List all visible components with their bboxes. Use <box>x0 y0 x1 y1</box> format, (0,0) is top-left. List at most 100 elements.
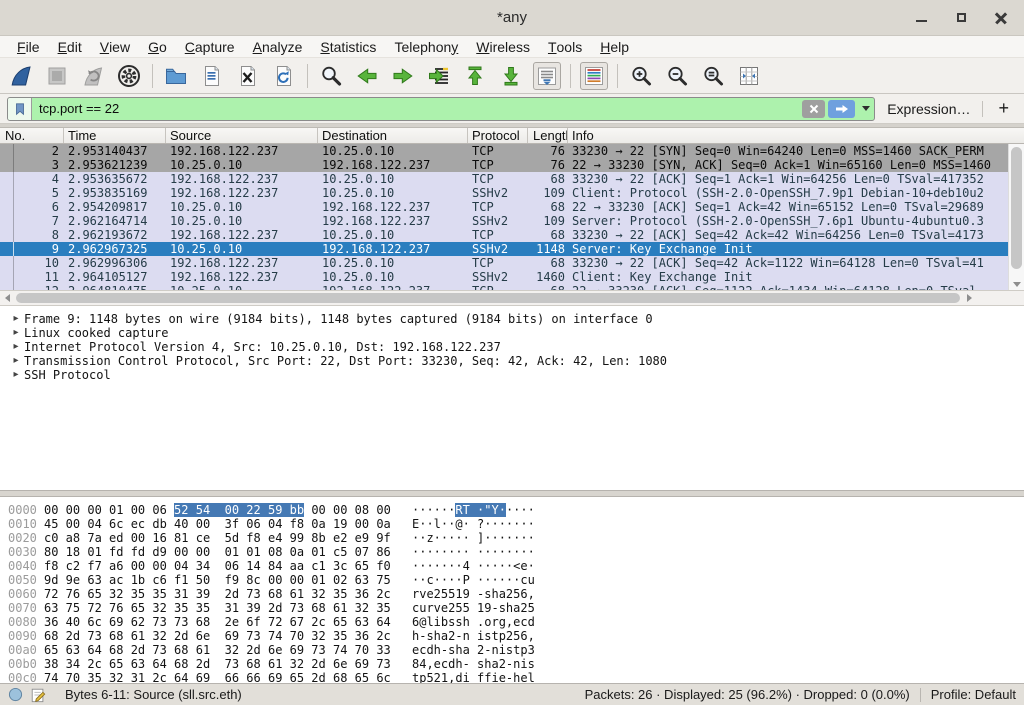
go-last-packet-button[interactable] <box>497 62 525 90</box>
hex-row[interactable]: 009068 2d 73 68 61 32 2d 6e 69 73 74 70 … <box>8 629 1024 643</box>
vscroll-thumb[interactable] <box>1011 147 1022 269</box>
colorize-packets-button[interactable] <box>580 62 608 90</box>
go-to-packet-button[interactable] <box>425 62 453 90</box>
detail-line[interactable]: SSH Protocol <box>8 368 1024 382</box>
title-bar[interactable]: *any <box>0 0 1024 36</box>
menu-item-wireless[interactable]: Wireless <box>467 36 539 57</box>
column-header-time[interactable]: Time <box>64 128 166 143</box>
packet-row[interactable]: 42.953635672192.168.122.23710.25.0.10TCP… <box>0 172 1024 186</box>
menu-item-go[interactable]: Go <box>139 36 176 57</box>
packet-row[interactable]: 52.953835169192.168.122.23710.25.0.10SSH… <box>0 186 1024 200</box>
menu-item-tools[interactable]: Tools <box>539 36 591 57</box>
menu-item-telephony[interactable]: Telephony <box>385 36 467 57</box>
go-first-packet-button[interactable] <box>461 62 489 90</box>
filter-bookmark-button[interactable] <box>8 98 32 120</box>
packet-row[interactable]: 62.95420981710.25.0.10192.168.122.237TCP… <box>0 200 1024 214</box>
cell-src: 10.25.0.10 <box>166 214 318 228</box>
zoom-out-button[interactable] <box>663 62 691 90</box>
column-header-destination[interactable]: Destination <box>318 128 468 143</box>
packet-row[interactable]: 92.96296732510.25.0.10192.168.122.237SSH… <box>0 242 1024 256</box>
cell-info: 33230 → 22 [ACK] Seq=1 Ack=1 Win=64256 L… <box>568 172 1024 186</box>
hex-row[interactable]: 007063 75 72 76 65 32 35 35 31 39 2d 73 … <box>8 601 1024 615</box>
status-profile[interactable]: Profile: Default <box>931 687 1016 702</box>
pane-splitter[interactable] <box>0 490 1024 497</box>
hex-row[interactable]: 0020c0 a8 7a ed 00 16 81 ce 5d f8 e4 99 … <box>8 531 1024 545</box>
packet-list-vscrollbar[interactable] <box>1008 144 1024 290</box>
resize-columns-button[interactable] <box>735 62 763 90</box>
hex-bytes: 00 00 00 01 00 06 52 54 00 22 59 bb 00 0… <box>44 503 412 517</box>
filter-history-dropdown[interactable] <box>858 98 874 120</box>
expander-triangle-icon[interactable] <box>8 312 24 326</box>
packet-row[interactable]: 72.96216471410.25.0.10192.168.122.237SSH… <box>0 214 1024 228</box>
capture-options-button[interactable] <box>115 62 143 90</box>
menu-item-capture[interactable]: Capture <box>176 36 244 57</box>
detail-line[interactable]: Frame 9: 1148 bytes on wire (9184 bits),… <box>8 312 1024 326</box>
column-header-no[interactable]: No. <box>0 128 64 143</box>
hex-row[interactable]: 00a065 63 64 68 2d 73 68 61 32 2d 6e 69 … <box>8 643 1024 657</box>
hex-row[interactable]: 006072 76 65 32 35 35 31 39 2d 73 68 61 … <box>8 587 1024 601</box>
reload-capture-file-button[interactable] <box>270 62 298 90</box>
packet-row[interactable]: 102.962996306192.168.122.23710.25.0.10TC… <box>0 256 1024 270</box>
expander-triangle-icon[interactable] <box>8 354 24 368</box>
detail-line[interactable]: Internet Protocol Version 4, Src: 10.25.… <box>8 340 1024 354</box>
display-filter-input[interactable] <box>32 98 802 120</box>
shark-fin-icon <box>9 64 33 88</box>
hex-row[interactable]: 00509d 9e 63 ac 1b c6 f1 50 f9 8c 00 00 … <box>8 573 1024 587</box>
zoom-in-button[interactable] <box>627 62 655 90</box>
cell-no: 3 <box>0 158 64 172</box>
filter-clear-button[interactable] <box>802 100 825 118</box>
go-back-button[interactable] <box>353 62 381 90</box>
menu-item-file[interactable]: File <box>8 36 49 57</box>
vscroll-down-icon[interactable] <box>1013 282 1021 287</box>
expert-info-button[interactable] <box>8 687 23 702</box>
add-filter-button[interactable]: + <box>990 98 1017 119</box>
column-header-protocol[interactable]: Protocol <box>468 128 528 143</box>
packet-row[interactable]: 122.96481047510.25.0.10192.168.122.237TC… <box>0 284 1024 290</box>
minimize-button[interactable] <box>914 11 928 25</box>
column-header-source[interactable]: Source <box>166 128 318 143</box>
save-capture-file-button[interactable] <box>198 62 226 90</box>
packet-row[interactable]: 82.962193672192.168.122.23710.25.0.10TCP… <box>0 228 1024 242</box>
open-capture-file-button[interactable] <box>162 62 190 90</box>
auto-scroll-button[interactable] <box>533 62 561 90</box>
menu-item-edit[interactable]: Edit <box>49 36 91 57</box>
menu-item-view[interactable]: View <box>91 36 139 57</box>
expression-button[interactable]: Expression… <box>882 101 975 117</box>
hscroll-thumb[interactable] <box>16 293 960 303</box>
hex-row[interactable]: 00c074 70 35 32 31 2c 64 69 66 66 69 65 … <box>8 671 1024 683</box>
close-button[interactable] <box>994 11 1008 25</box>
hex-row[interactable]: 008036 40 6c 69 62 73 73 68 2e 6f 72 67 … <box>8 615 1024 629</box>
expander-triangle-icon[interactable] <box>8 340 24 354</box>
close-capture-file-button[interactable] <box>234 62 262 90</box>
hscroll-left-button[interactable] <box>0 291 14 305</box>
packet-list-hscrollbar[interactable] <box>0 290 1024 306</box>
capture-comment-button[interactable] <box>30 687 46 703</box>
expander-triangle-icon[interactable] <box>8 368 24 382</box>
menu-item-help[interactable]: Help <box>591 36 638 57</box>
expander-triangle-icon[interactable] <box>8 326 24 340</box>
find-packet-button[interactable] <box>317 62 345 90</box>
detail-line[interactable]: Linux cooked capture <box>8 326 1024 340</box>
hex-row[interactable]: 0040f8 c2 f7 a6 00 00 04 34 06 14 84 aa … <box>8 559 1024 573</box>
menu-item-statistics[interactable]: Statistics <box>311 36 385 57</box>
packet-row[interactable]: 112.964105127192.168.122.23710.25.0.10SS… <box>0 270 1024 284</box>
column-header-info[interactable]: Info <box>568 128 1024 143</box>
zoom-reset-button[interactable] <box>699 62 727 90</box>
hex-row[interactable]: 00b038 34 2c 65 63 64 68 2d 73 68 61 32 … <box>8 657 1024 671</box>
packet-row[interactable]: 22.953140437192.168.122.23710.25.0.10TCP… <box>0 144 1024 158</box>
hex-row[interactable]: 001045 00 04 6c ec db 40 00 3f 06 04 f8 … <box>8 517 1024 531</box>
hex-row[interactable]: 003080 18 01 fd fd d9 00 00 01 01 08 0a … <box>8 545 1024 559</box>
menu-item-analyze[interactable]: Analyze <box>244 36 312 57</box>
go-forward-button[interactable] <box>389 62 417 90</box>
start-capture-button[interactable] <box>7 62 35 90</box>
hscroll-right-button[interactable] <box>962 291 976 305</box>
filter-apply-button[interactable] <box>828 100 855 118</box>
cell-len: 68 <box>528 256 568 270</box>
hex-row[interactable]: 000000 00 00 01 00 06 52 54 00 22 59 bb … <box>8 503 1024 517</box>
cell-time: 2.964105127 <box>64 270 166 284</box>
detail-line[interactable]: Transmission Control Protocol, Src Port:… <box>8 354 1024 368</box>
column-header-length[interactable]: Length <box>528 128 568 143</box>
cell-no: 2 <box>0 144 64 158</box>
packet-row[interactable]: 32.95362123910.25.0.10192.168.122.237TCP… <box>0 158 1024 172</box>
maximize-button[interactable] <box>954 11 968 25</box>
